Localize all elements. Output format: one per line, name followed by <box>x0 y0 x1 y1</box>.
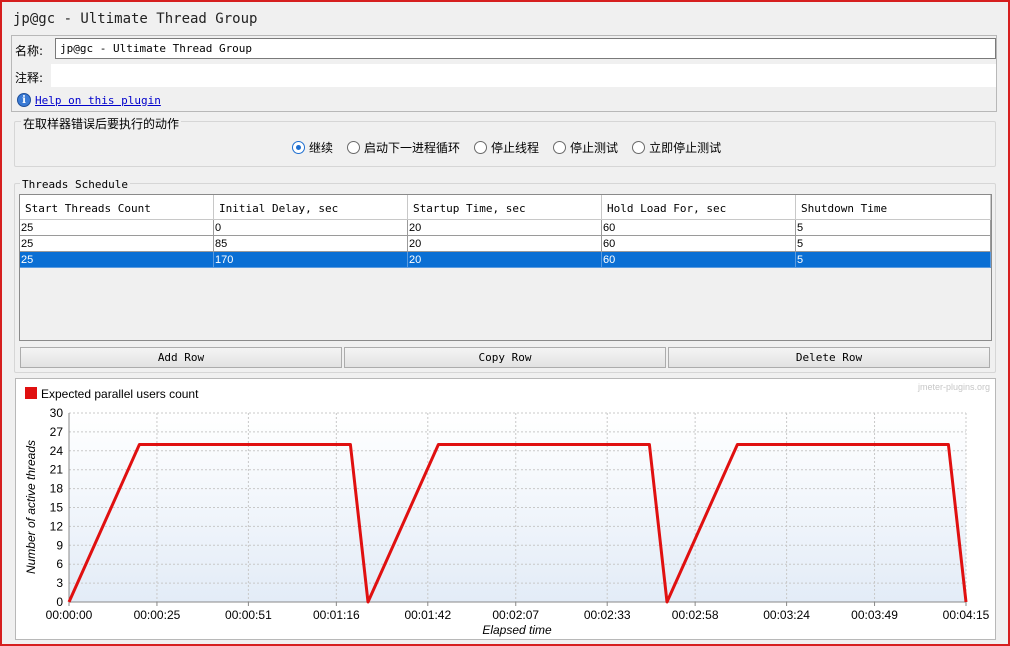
y-axis: 0 3 6 9 12 15 18 21 24 27 30 <box>50 406 64 609</box>
radio-label: 继续 <box>309 141 334 155</box>
table-row-selected[interactable]: 25 170 20 60 5 <box>20 252 991 268</box>
info-icon: i <box>17 93 31 107</box>
radio-unselected-icon <box>474 141 488 154</box>
x-axis: 00:00:00 00:00:25 00:00:51 00:01:16 00:01:42… <box>46 602 990 622</box>
table-cell[interactable]: 5 <box>796 236 991 252</box>
radio-unselected-icon <box>347 141 361 154</box>
x-axis-title: Elapsed time <box>482 623 552 637</box>
y-tick-label: 0 <box>56 595 63 609</box>
x-tick-label: 00:00:25 <box>134 608 181 622</box>
table-cell[interactable]: 0 <box>214 220 408 236</box>
table-cell[interactable]: 20 <box>408 236 602 252</box>
x-tick-label: 00:04:15 <box>943 608 990 622</box>
x-tick-label: 00:00:00 <box>46 608 93 622</box>
x-tick-label: 00:02:33 <box>584 608 631 622</box>
schedule-table: Start Threads Count Initial Delay, sec S… <box>19 194 992 341</box>
y-tick-label: 6 <box>56 557 63 571</box>
table-cell[interactable]: 5 <box>796 252 991 268</box>
x-tick-label: 00:02:07 <box>492 608 539 622</box>
table-cell[interactable]: 60 <box>602 236 796 252</box>
copy-row-button[interactable]: Copy Row <box>344 347 666 368</box>
table-cell[interactable]: 60 <box>602 220 796 236</box>
table-cell[interactable]: 20 <box>408 220 602 236</box>
radio-unselected-icon <box>632 141 646 154</box>
radio-stop-test-now[interactable]: 立即停止测试 <box>632 139 721 156</box>
x-tick-label: 00:01:16 <box>313 608 360 622</box>
legend-label: Expected parallel users count <box>41 387 199 401</box>
table-cell[interactable]: 25 <box>20 252 214 268</box>
table-cell[interactable]: 85 <box>214 236 408 252</box>
watermark: jmeter-plugins.org <box>917 382 990 392</box>
table-cell[interactable]: 25 <box>20 220 214 236</box>
comment-input[interactable] <box>51 64 996 87</box>
radio-stop-test[interactable]: 停止测试 <box>553 139 618 156</box>
table-cell[interactable]: 5 <box>796 220 991 236</box>
threads-schedule-legend: Threads Schedule <box>20 178 130 191</box>
radio-label: 立即停止测试 <box>649 141 722 155</box>
x-tick-label: 00:00:51 <box>225 608 272 622</box>
chart-svg: 036912151821242730 00:00:00 00:00:25 00:00… <box>24 382 990 637</box>
name-label: 名称: <box>15 44 44 58</box>
name-input[interactable]: jp@gc - Ultimate Thread Group <box>55 38 996 59</box>
radio-start-next-loop[interactable]: 启动下一进程循环 <box>347 139 460 156</box>
y-tick-label: 12 <box>50 519 64 533</box>
radio-label: 停止测试 <box>570 141 619 155</box>
x-tick-label: 00:03:49 <box>851 608 898 622</box>
x-tick-label: 00:01:42 <box>404 608 451 622</box>
y-axis-title: Number of active threads <box>24 440 38 574</box>
table-cell[interactable]: 170 <box>214 252 408 268</box>
column-header[interactable]: Initial Delay, sec <box>214 195 408 220</box>
radio-selected-icon <box>292 141 305 154</box>
y-tick-label: 15 <box>50 501 64 515</box>
x-tick-label: 00:02:58 <box>672 608 719 622</box>
column-header[interactable]: Hold Load For, sec <box>602 195 796 220</box>
table-row[interactable]: 25 0 20 60 5 <box>20 220 991 236</box>
legend-swatch <box>25 387 37 399</box>
name-comment-panel: 名称: jp@gc - Ultimate Thread Group 注释: i … <box>11 35 997 112</box>
table-cell[interactable]: 60 <box>602 252 796 268</box>
column-header[interactable]: Start Threads Count <box>20 195 214 220</box>
y-tick-label: 9 <box>56 538 63 552</box>
delete-row-button[interactable]: Delete Row <box>668 347 990 368</box>
y-tick-label: 27 <box>50 425 64 439</box>
y-tick-label: 18 <box>50 482 64 496</box>
y-tick-label: 3 <box>56 576 63 590</box>
radio-label: 启动下一进程循环 <box>364 141 461 155</box>
comment-label: 注释: <box>15 71 44 85</box>
radio-label: 停止线程 <box>491 141 540 155</box>
radio-unselected-icon <box>553 141 567 154</box>
column-header[interactable]: Startup Time, sec <box>408 195 602 220</box>
error-action-legend: 在取样器错误后要执行的动作 <box>21 115 182 132</box>
table-row[interactable]: 25 85 20 60 5 <box>20 236 991 252</box>
radio-continue[interactable]: 继续 <box>292 139 333 156</box>
y-tick-label: 30 <box>50 406 64 420</box>
y-tick-label: 24 <box>50 444 64 458</box>
x-tick-label: 00:03:24 <box>763 608 810 622</box>
table-header: Start Threads Count Initial Delay, sec S… <box>20 195 991 220</box>
thread-chart: 0 3 6 9 12 15 18 21 24 27 30 00:00:00 00:00:25 00:00… <box>15 378 996 640</box>
add-row-button[interactable]: Add Row <box>20 347 342 368</box>
y-tick-label: 21 <box>50 463 64 477</box>
window-title: jp@gc - Ultimate Thread Group <box>13 11 258 27</box>
radio-stop-thread[interactable]: 停止线程 <box>474 139 539 156</box>
column-header[interactable]: Shutdown Time <box>796 195 991 220</box>
error-action-radios: 继续 启动下一进程循环 停止线程 停止测试 立即停止测试 <box>292 139 721 156</box>
help-row: i Help on this plugin <box>17 93 161 107</box>
table-cell[interactable]: 25 <box>20 236 214 252</box>
table-cell[interactable]: 20 <box>408 252 602 268</box>
help-link[interactable]: Help on this plugin <box>35 94 161 107</box>
